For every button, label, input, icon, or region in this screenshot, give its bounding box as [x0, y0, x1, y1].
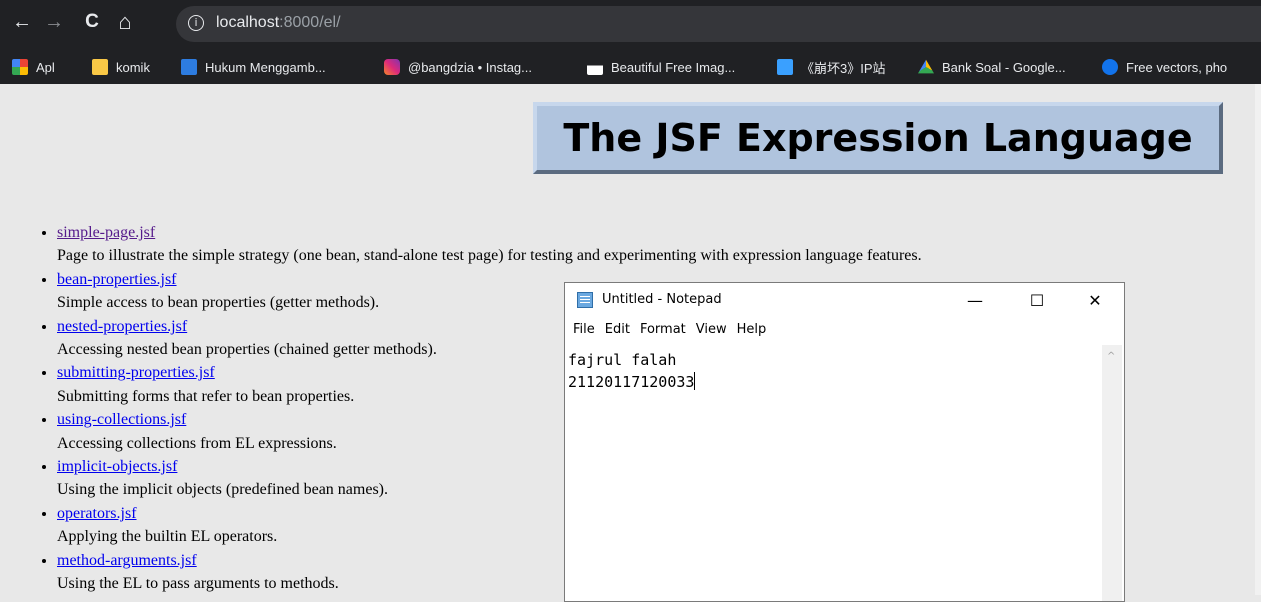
item-description: Simple access to bean properties (getter…	[57, 294, 380, 312]
freepik-icon	[1102, 59, 1118, 75]
menu-file[interactable]: File	[565, 322, 595, 342]
google-drive-icon	[918, 59, 934, 74]
text-caret	[694, 372, 696, 390]
bookmark-label: Beautiful Free Imag...	[611, 59, 736, 75]
link-method-arguments[interactable]: method-arguments.jsf	[57, 552, 197, 569]
folder-icon	[92, 59, 108, 75]
home-icon[interactable]: ⌂	[113, 10, 137, 34]
link-using-collections[interactable]: using-collections.jsf	[57, 411, 186, 428]
unsplash-icon	[587, 59, 603, 75]
back-arrow-icon[interactable]: ←	[10, 10, 34, 34]
menu-help[interactable]: Help	[729, 322, 767, 342]
mihoyo-icon	[777, 59, 793, 75]
notepad-text-area[interactable]: fajrul falah 21120117120033	[568, 349, 1102, 599]
reload-icon[interactable]: C	[80, 10, 104, 34]
bookmark-bank-soal[interactable]: Bank Soal - Google...	[918, 57, 1066, 77]
notepad-title: Untitled - Notepad	[602, 292, 722, 307]
item-description: Using the implicit objects (predefined b…	[57, 481, 389, 499]
minimize-icon[interactable]: —	[952, 283, 998, 318]
url-text: localhost:8000/el/	[216, 14, 341, 32]
notepad-menubar: File Edit Format View Help	[565, 322, 768, 342]
page-title: The JSF Expression Language	[563, 116, 1193, 160]
link-submitting-properties[interactable]: submitting-properties.jsf	[57, 364, 215, 381]
link-simple-page[interactable]: simple-page.jsf	[57, 224, 155, 241]
bookmark-label: Bank Soal - Google...	[942, 59, 1066, 75]
bookmark-label: 《崩坏3》IP站	[801, 60, 886, 76]
item-description: Page to illustrate the simple strategy (…	[57, 247, 922, 265]
bookmark-apps[interactable]: Apl	[12, 57, 55, 77]
bookmark-label: komik	[116, 59, 150, 75]
bookmark-label: @bangdzia • Instag...	[408, 59, 532, 75]
site-info-icon[interactable]: i	[188, 15, 204, 31]
item-description: Accessing nested bean properties (chaine…	[57, 341, 437, 359]
bookmark-honkai[interactable]: 《崩坏3》IP站	[777, 57, 886, 77]
item-description: Using the EL to pass arguments to method…	[57, 575, 339, 593]
menu-view[interactable]: View	[688, 322, 727, 342]
maximize-icon[interactable]: ☐	[1014, 283, 1060, 318]
notepad-icon	[577, 292, 593, 308]
link-operators[interactable]: operators.jsf	[57, 505, 137, 522]
list-item: simple-page.jsf Page to illustrate the si…	[57, 221, 922, 268]
page-title-box: The JSF Expression Language	[533, 102, 1223, 174]
text-line: 21120117120033	[568, 373, 695, 391]
scroll-up-icon[interactable]: ^	[1107, 351, 1115, 362]
bookmark-label: Apl	[36, 59, 55, 75]
notepad-scrollbar[interactable]: ^	[1102, 345, 1122, 601]
sites-icon	[181, 59, 197, 75]
bookmark-komik[interactable]: komik	[92, 57, 150, 77]
menu-format[interactable]: Format	[632, 322, 686, 342]
address-bar[interactable]: i localhost:8000/el/	[176, 6, 1261, 42]
item-description: Submitting forms that refer to bean prop…	[57, 387, 355, 405]
link-nested-properties[interactable]: nested-properties.jsf	[57, 318, 187, 335]
forward-arrow-icon[interactable]: →	[42, 10, 66, 34]
item-description: Accessing collections from EL expression…	[57, 434, 337, 452]
item-description: Applying the builtin EL operators.	[57, 528, 278, 546]
bookmark-freepik[interactable]: Free vectors, pho	[1102, 57, 1227, 77]
notepad-window[interactable]: Untitled - Notepad — ☐ ✕ File Edit Forma…	[564, 282, 1125, 602]
text-line: fajrul falah	[568, 351, 677, 369]
bookmark-label: Free vectors, pho	[1126, 59, 1228, 75]
page-scrollbar[interactable]	[1255, 84, 1261, 595]
bookmark-hukum[interactable]: Hukum Menggamb...	[181, 57, 326, 77]
close-icon[interactable]: ✕	[1072, 283, 1118, 318]
browser-toolbar: ← → C ⌂ i localhost:8000/el/	[0, 0, 1261, 48]
bookmark-label: Hukum Menggamb...	[205, 59, 326, 75]
bookmark-unsplash[interactable]: Beautiful Free Imag...	[587, 57, 735, 77]
instagram-icon	[384, 59, 400, 75]
url-host: localhost	[216, 14, 280, 31]
link-bean-properties[interactable]: bean-properties.jsf	[57, 271, 177, 288]
apps-grid-icon	[12, 59, 28, 75]
menu-edit[interactable]: Edit	[597, 322, 630, 342]
bookmark-instagram[interactable]: @bangdzia • Instag...	[384, 57, 532, 77]
notepad-titlebar[interactable]: Untitled - Notepad — ☐ ✕	[565, 283, 1124, 318]
url-path: :8000/el/	[279, 14, 341, 31]
link-implicit-objects[interactable]: implicit-objects.jsf	[57, 458, 177, 475]
